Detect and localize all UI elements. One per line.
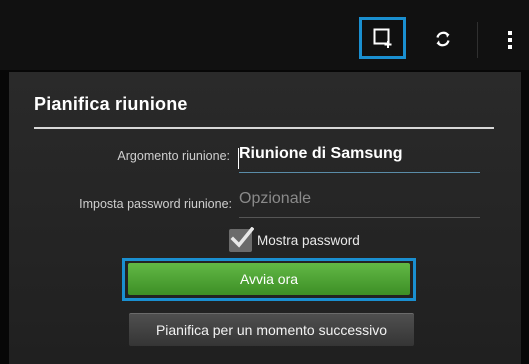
- meeting-topic-input[interactable]: Riunione di Samsung: [238, 145, 480, 173]
- new-meeting-icon: [373, 28, 391, 48]
- overflow-menu-icon: [508, 31, 512, 49]
- overflow-menu-button[interactable]: [496, 20, 524, 60]
- new-meeting-button[interactable]: [359, 17, 406, 59]
- start-now-label: Avvia ora: [239, 271, 299, 287]
- meeting-password-input[interactable]: [239, 190, 469, 208]
- show-password-option[interactable]: Mostra password: [229, 227, 360, 252]
- dialog-title: Pianifica riunione: [34, 94, 188, 114]
- meeting-password-field[interactable]: [239, 190, 480, 218]
- meeting-password-label: Imposta password riunione:: [79, 197, 232, 211]
- toolbar-divider: [477, 22, 478, 58]
- meeting-topic-label: Argomento riunione:: [117, 149, 230, 163]
- schedule-meeting-screen: Pianifica riunione Argomento riunione: R…: [0, 0, 529, 364]
- checkmark-icon: [230, 227, 254, 248]
- start-now-button[interactable]: Avvia ora: [128, 263, 410, 295]
- title-divider: [34, 127, 494, 129]
- schedule-later-label: Pianifica per un momento successivo: [155, 322, 388, 338]
- meeting-topic-value: Riunione di Samsung: [239, 145, 403, 162]
- refresh-icon: [436, 31, 450, 47]
- schedule-later-button[interactable]: Pianifica per un momento successivo: [129, 313, 414, 346]
- text-cursor: [238, 148, 239, 169]
- show-password-label: Mostra password: [257, 233, 360, 248]
- refresh-button[interactable]: [425, 21, 461, 57]
- show-password-checkbox[interactable]: [229, 227, 254, 252]
